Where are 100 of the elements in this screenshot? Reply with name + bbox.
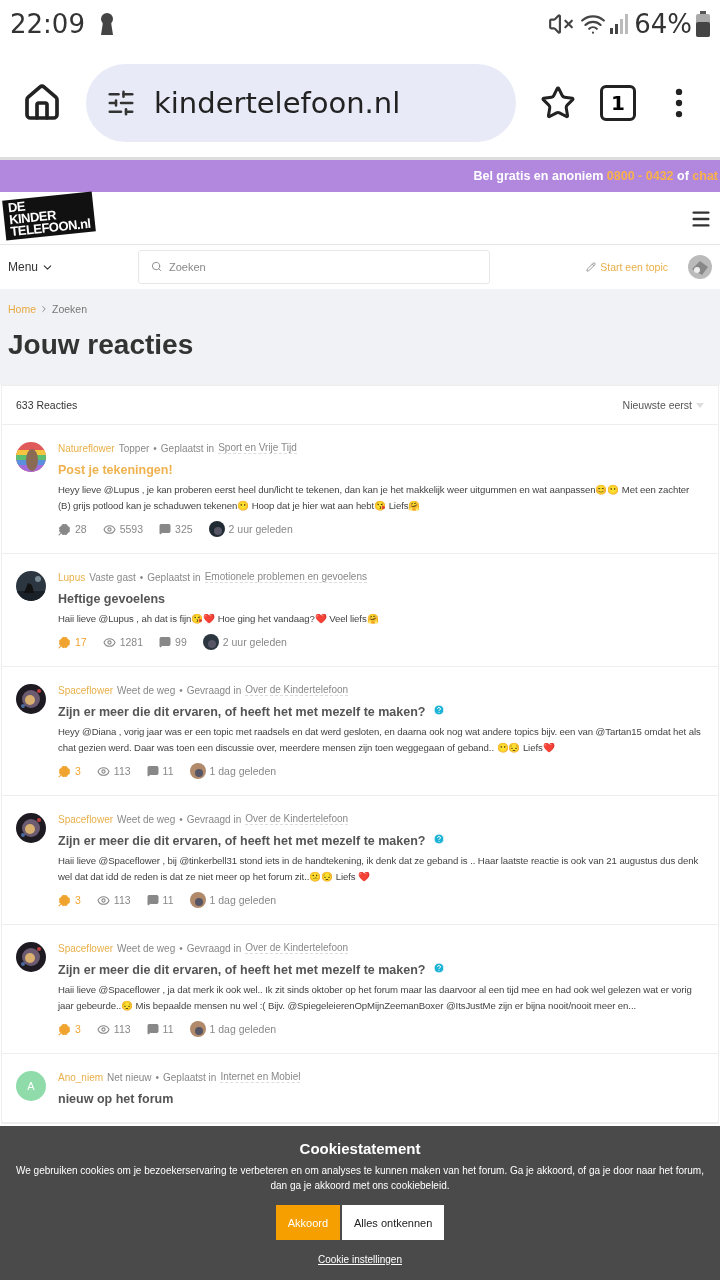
caret-icon: [696, 402, 704, 408]
verb-label: Geplaatst in: [163, 1071, 217, 1083]
comment-icon: [146, 765, 159, 777]
address-bar[interactable]: kindertelefoon.nl: [86, 63, 516, 142]
views-icon: [96, 764, 110, 778]
search-field[interactable]: Zoeken: [138, 250, 490, 284]
like-count: 28: [75, 523, 87, 535]
reply-count: 11: [162, 1023, 174, 1035]
comment-icon: [159, 636, 172, 648]
separator-dot: •: [179, 813, 183, 825]
category-link[interactable]: Sport en Vrije Tijd: [218, 442, 297, 454]
view-count: 113: [113, 1023, 131, 1035]
post-time: 1 dag geleden: [209, 1023, 277, 1035]
rank-label: Topper: [118, 442, 150, 454]
author-link[interactable]: Spaceflower: [58, 684, 114, 696]
post-title-link[interactable]: Zijn er meer die dit ervaren, of heeft het met mezelf te maken?: [58, 963, 426, 977]
rank-label: Net nieuw: [107, 1071, 152, 1083]
view-count: 5593: [119, 523, 144, 535]
sort-dropdown[interactable]: Nieuwste eerst: [622, 399, 704, 411]
author-link[interactable]: Ano_niem: [58, 1071, 104, 1083]
post-time: 1 dag geleden: [209, 765, 277, 777]
post-excerpt: Haii lieve @Spaceflower , ja dat merk ik ook wel.. Ik zit sinds oktober op het forum maar las daarvoor al een tijd mee en had ook wel gelezen wat er vorig jaar gebeurde..😔 Mis bepaalde mensen nu wel :( Bijv. @SpiegeleierenOpMijnZeemanBoxer @ItsJustMe zijn er bijna nooit/nooit meer en...: [58, 983, 693, 1013]
hotline-text: Bel gratis en anoniem 0800 - 0432 of chat: [473, 169, 718, 183]
tab-count[interactable]: 1: [600, 84, 636, 121]
keyhole-icon: [98, 13, 115, 35]
comment-icon: [146, 1023, 159, 1035]
logo[interactable]: DE KINDER TELEFOON.nl: [2, 191, 97, 241]
post-excerpt: Heyy lieve @Lupus , je kan proberen eerst heel dun/licht te tekenen, dan kan je het makkelijk weer uitgummen en wat aanpassen😊😶 Met een zachter (B) grijs potlood kan je schaduwen tekenen😶 Hoop dat je hier wat aan hebt😘 Liefs🤗: [58, 483, 691, 513]
views-icon: [96, 893, 110, 907]
view-count: 113: [113, 894, 131, 906]
battery-icon: [696, 11, 710, 37]
like-count: 3: [75, 894, 81, 906]
signal-icon: [610, 14, 629, 34]
views-icon: [102, 522, 116, 536]
verb-label: Geplaatst in: [147, 571, 201, 583]
start-topic-link[interactable]: Start een topic: [586, 261, 668, 273]
rank-label: Weet de weg: [117, 942, 176, 954]
separator-dot: •: [139, 571, 144, 583]
view-count: 1281: [119, 636, 144, 648]
cookie-settings-link[interactable]: Cookie instellingen: [318, 1254, 402, 1265]
views-icon: [102, 635, 116, 649]
view-count: 113: [113, 765, 131, 777]
breadcrumb-link[interactable]: Zoeken: [52, 303, 88, 315]
verb-label: Gevraagd in: [186, 942, 242, 954]
avatar-letter: A: [16, 1071, 46, 1101]
post-excerpt: Heyy @Diana , vorig jaar was er een topic met raadsels en dat werd gesloten, en daarna ook nog wat andere topics bijv. een van @Tartan15 omdat het als chat gezien werd. Daar was toen een discussie over, meerdere mensen zijn toen weggegaan of geband.. 😶😔 Liefs❤: [58, 725, 702, 755]
chevron-icon: [39, 304, 49, 314]
author-link[interactable]: Natureflower: [58, 442, 115, 454]
verb-label: Gevraagd in: [186, 684, 242, 696]
category-link[interactable]: Internet en Mobiel: [220, 1071, 301, 1083]
accept-button[interactable]: Akkoord: [275, 1205, 341, 1240]
separator-dot: •: [153, 442, 157, 454]
search-icon: [151, 261, 162, 272]
reject-button[interactable]: Alles ontkennen: [342, 1205, 445, 1240]
like-count: 3: [75, 1023, 81, 1035]
post-time: 2 uur geleden: [228, 523, 293, 535]
views-icon: [96, 1022, 110, 1036]
post-title-link[interactable]: Zijn er meer die dit ervaren, of heeft het met mezelf te maken?: [58, 705, 426, 719]
menu-dropdown[interactable]: Menu: [8, 260, 130, 274]
menu-icon[interactable]: [690, 208, 712, 230]
author-link[interactable]: Spaceflower: [58, 813, 114, 825]
post-title-link[interactable]: nieuw op het forum: [58, 1092, 174, 1106]
category-link[interactable]: Over de Kindertelefoon: [245, 813, 349, 825]
post-time: 1 dag geleden: [209, 894, 277, 906]
reply-count: 325: [175, 523, 193, 535]
battery-percent: 64%: [634, 9, 692, 39]
mute-icon: [548, 11, 575, 37]
author-link[interactable]: Spaceflower: [58, 942, 114, 954]
clock-time: 22:09: [10, 9, 85, 39]
post-title-link[interactable]: Heftige gevoelens: [58, 592, 165, 606]
post-excerpt: Haii lieve @Spaceflower , bij @tinkerbell31 stond iets in de handtekening, ik denk dat ze geband is .. Haar laatste reactie is ook van 21 augustus dus denk wel dat dat idd de reden is dat ze niet meer op het forum zit..😕😔 Liefs ❤: [58, 854, 700, 884]
category-link[interactable]: Emotionele problemen en gevoelens: [204, 571, 367, 583]
cookie-text: We gebruiken cookies om je bezoekerservaring te verbeteren en om analyses te kunnen maken van het forum. Ga je akkoord, of ga je door naar het forum, dan ga je akkoord met ons cookiebeleid.: [15, 1164, 705, 1193]
verb-label: Gevraagd in: [186, 813, 242, 825]
author-link[interactable]: Lupus: [58, 571, 86, 583]
post-excerpt: Haii lieve @Lupus , ah dat is fijn😘❤ Hoe ging het vandaag?❤ Veel liefs🤗: [58, 612, 380, 626]
separator-dot: •: [179, 942, 183, 954]
pencil-icon: [586, 262, 597, 272]
comment-icon: [159, 523, 172, 535]
category-link[interactable]: Over de Kindertelefoon: [245, 942, 349, 954]
post-title-link[interactable]: Zijn er meer die dit ervaren, of heeft het met mezelf te maken?: [58, 834, 426, 848]
page-title: Jouw reacties: [8, 329, 195, 361]
separator-dot: •: [179, 684, 183, 696]
verb-label: Geplaatst in: [160, 442, 215, 454]
separator-dot: •: [155, 1071, 159, 1083]
result-count: 633 Reacties: [16, 399, 78, 411]
reply-count: 11: [162, 765, 174, 777]
bookmark-star-icon[interactable]: [540, 84, 576, 121]
comment-icon: [146, 894, 159, 906]
post-time: 2 uur geleden: [222, 636, 287, 648]
home-icon[interactable]: [22, 82, 62, 123]
cookie-title: Cookiestatement: [299, 1140, 421, 1157]
rank-label: Weet de weg: [117, 813, 176, 825]
like-count: 3: [75, 765, 81, 777]
category-link[interactable]: Over de Kindertelefoon: [245, 684, 349, 696]
reply-count: 99: [175, 636, 187, 648]
like-count: 17: [75, 636, 87, 648]
rank-label: Vaste gast: [89, 571, 136, 583]
reply-count: 11: [162, 894, 174, 906]
rank-label: Weet de weg: [117, 684, 176, 696]
